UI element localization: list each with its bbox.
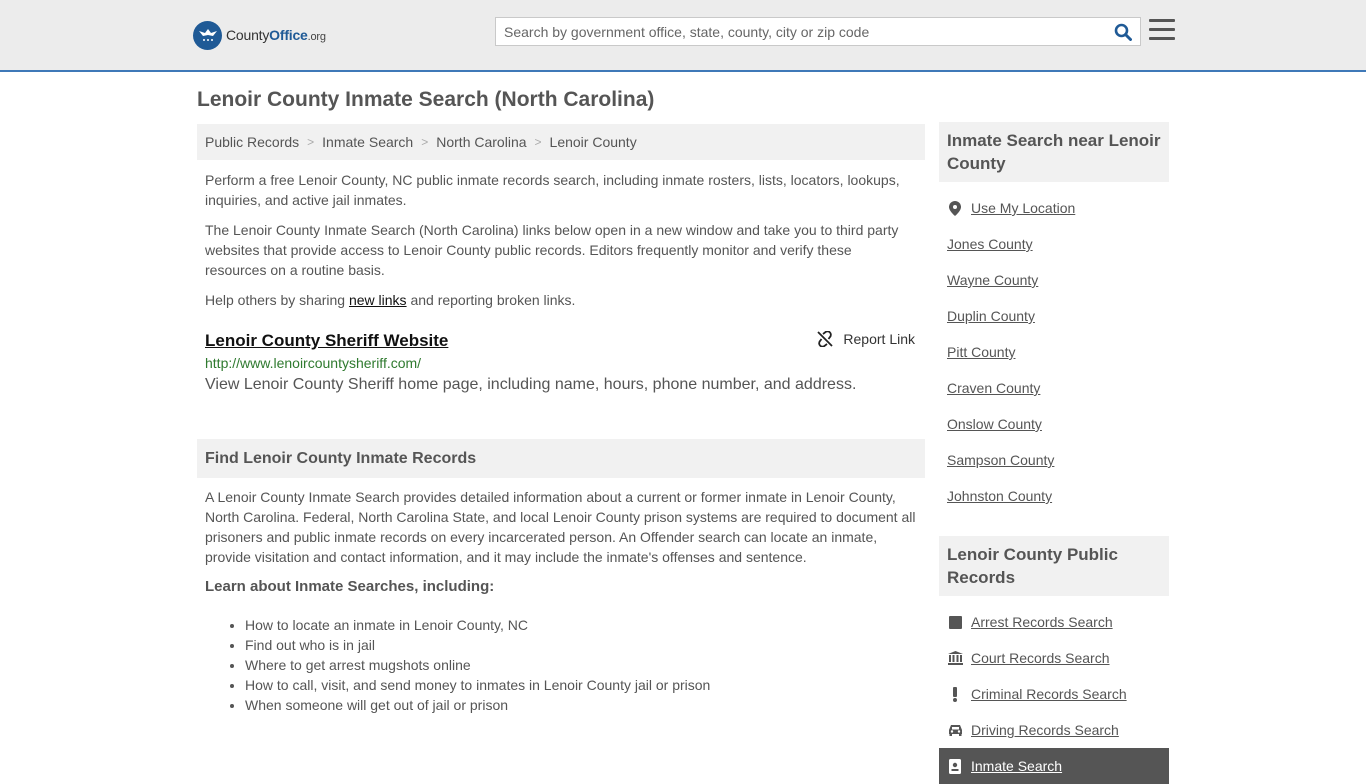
page-title: Lenoir County Inmate Search (North Carol… [197,88,655,111]
courthouse-icon [947,650,963,666]
public-records-list: Arrest Records Search Court Records Sear… [939,604,1169,784]
sidebar-item-arrest-records[interactable]: Arrest Records Search [939,604,1169,640]
share-paragraph: Help others by sharing new links and rep… [205,292,576,308]
chevron-right-icon: > [307,135,315,149]
chevron-right-icon: > [534,135,542,149]
exclamation-icon [947,686,963,702]
search-icon [1114,23,1132,41]
car-icon [947,722,963,738]
sidebar-item-use-my-location[interactable]: Use My Location [939,190,1169,226]
intro-paragraph: Perform a free Lenoir County, NC public … [205,172,900,208]
site-search [495,17,1141,46]
id-badge-icon [947,758,963,774]
breadcrumb: Public Records > Inmate Search > North C… [197,124,925,160]
breadcrumb-public-records[interactable]: Public Records [205,134,299,150]
resource-url: http://www.lenoircountysheriff.com/ [205,355,422,371]
sidebar-item-criminal-records[interactable]: Criminal Records Search [939,676,1169,712]
sidebar-item-driving-records[interactable]: Driving Records Search [939,712,1169,748]
nearby-heading: Inmate Search near Lenoir County [939,122,1169,182]
sidebar-item-pitt-county[interactable]: Pitt County [939,334,1169,370]
new-links-link[interactable]: new links [349,292,407,308]
search-button[interactable] [1106,18,1140,45]
records-section-heading: Find Lenoir County Inmate Records [197,439,925,478]
sidebar-item-court-records[interactable]: Court Records Search [939,640,1169,676]
broken-link-icon [817,331,834,347]
nearby-list: Use My Location Jones County Wayne Count… [939,190,1169,514]
hamburger-menu-icon[interactable] [1149,19,1175,43]
sidebar-item-jones-county[interactable]: Jones County [939,226,1169,262]
resource-description: View Lenoir County Sheriff home page, in… [205,376,857,393]
learn-heading: Learn about Inmate Searches, including: [205,578,495,595]
disclaimer-paragraph: The Lenoir County Inmate Search (North C… [205,222,899,278]
site-logo[interactable]: CountyOffice.org [193,20,326,50]
sidebar-item-wayne-county[interactable]: Wayne County [939,262,1169,298]
breadcrumb-north-carolina[interactable]: North Carolina [436,134,526,150]
search-input[interactable] [496,18,1106,45]
breadcrumb-inmate-search[interactable]: Inmate Search [322,134,413,150]
sidebar-item-craven-county[interactable]: Craven County [939,370,1169,406]
list-item: How to call, visit, and send money to in… [245,675,925,695]
resource-link-card: Lenoir County Sheriff Website Report Lin… [197,331,925,394]
sidebar-nearby: Inmate Search near Lenoir County Use My … [939,122,1169,514]
square-icon [947,614,963,630]
breadcrumb-lenoir-county[interactable]: Lenoir County [550,134,637,150]
records-paragraph: A Lenoir County Inmate Search provides d… [205,489,916,565]
list-item: When someone will get out of jail or pri… [245,695,925,715]
sidebar-item-johnston-county[interactable]: Johnston County [939,478,1169,514]
list-item: Where to get arrest mugshots online [245,655,925,675]
eagle-seal-icon [193,20,222,50]
main-content: Public Records > Inmate Search > North C… [197,124,925,715]
list-item: How to locate an inmate in Lenoir County… [245,615,925,635]
list-item: Find out who is in jail [245,635,925,655]
sidebar-item-onslow-county[interactable]: Onslow County [939,406,1169,442]
chevron-right-icon: > [421,135,429,149]
logo-wordmark: CountyOffice.org [226,27,326,43]
sidebar-public-records: Lenoir County Public Records Arrest Reco… [939,536,1169,784]
resource-link-title[interactable]: Lenoir County Sheriff Website [205,331,448,351]
map-marker-icon [947,200,963,216]
learn-list: How to locate an inmate in Lenoir County… [197,615,925,715]
report-link-button[interactable]: Report Link [817,331,915,347]
top-header: CountyOffice.org [0,0,1366,72]
sidebar-item-sampson-county[interactable]: Sampson County [939,442,1169,478]
sidebar-item-inmate-search[interactable]: Inmate Search [939,748,1169,784]
sidebar-item-duplin-county[interactable]: Duplin County [939,298,1169,334]
public-records-heading: Lenoir County Public Records [939,536,1169,596]
